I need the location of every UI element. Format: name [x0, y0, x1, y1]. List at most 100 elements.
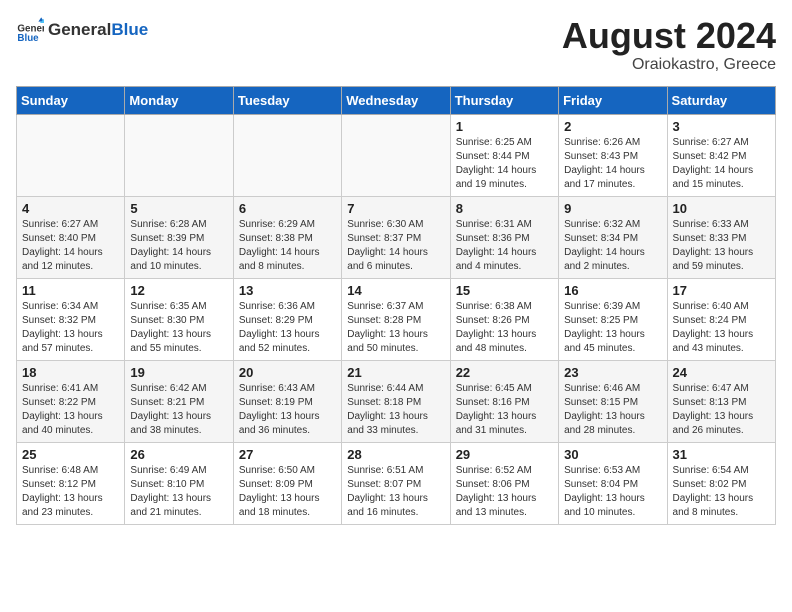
day-number: 5: [130, 201, 227, 216]
calendar-cell: 25 Sunrise: 6:48 AM Sunset: 8:12 PM Dayli…: [17, 442, 125, 524]
day-number: 8: [456, 201, 553, 216]
day-number: 13: [239, 283, 336, 298]
day-number: 21: [347, 365, 444, 380]
weekday-header-sunday: Sunday: [17, 86, 125, 114]
day-number: 25: [22, 447, 119, 462]
calendar-cell: 17Sunrise: 6:40 AM Sunset: 8:24 PM Dayli…: [667, 278, 775, 360]
day-info: Sunrise: 6:35 AM Sunset: 8:30 PM Dayligh…: [130, 300, 227, 356]
calendar-cell: 28Sunrise: 6:51 AM Sunset: 8:07 PM Dayli…: [342, 442, 450, 524]
calendar-cell: 16 Sunrise: 6:39 AM Sunset: 8:25 PM Dayli…: [559, 278, 667, 360]
day-info: Sunrise: 6:52 AM Sunset: 8:06 PM Dayligh…: [456, 464, 553, 520]
calendar-cell: 29 Sunrise: 6:52 AM Sunset: 8:06 PM Dayli…: [450, 442, 558, 524]
day-number: 22: [456, 365, 553, 380]
day-info: Sunrise: 6:46 AM Sunset: 8:15 PM Dayligh…: [564, 382, 661, 438]
day-number: 2: [564, 119, 661, 134]
calendar-week-row: 11 Sunrise: 6:34 AM Sunset: 8:32 PM Dayli…: [17, 278, 776, 360]
calendar-cell: 24 Sunrise: 6:47 AM Sunset: 8:13 PM Dayli…: [667, 360, 775, 442]
svg-text:Blue: Blue: [17, 33, 39, 44]
weekday-header-tuesday: Tuesday: [233, 86, 341, 114]
calendar-cell: 27Sunrise: 6:50 AM Sunset: 8:09 PM Dayli…: [233, 442, 341, 524]
day-number: 23: [564, 365, 661, 380]
day-info: Sunrise: 6:31 AM Sunset: 8:36 PM Dayligh…: [456, 218, 553, 274]
calendar-cell: 6Sunrise: 6:29 AM Sunset: 8:38 PM Daylig…: [233, 196, 341, 278]
day-info: Sunrise: 6:47 AM Sunset: 8:13 PM Dayligh…: [673, 382, 770, 438]
calendar-table: SundayMondayTuesdayWednesdayThursdayFrid…: [16, 86, 776, 525]
day-info: Sunrise: 6:40 AM Sunset: 8:24 PM Dayligh…: [673, 300, 770, 356]
day-number: 16: [564, 283, 661, 298]
day-number: 9: [564, 201, 661, 216]
day-number: 15: [456, 283, 553, 298]
calendar-cell: 2 Sunrise: 6:26 AM Sunset: 8:43 PM Daylig…: [559, 114, 667, 196]
calendar-cell: 3Sunrise: 6:27 AM Sunset: 8:42 PM Daylig…: [667, 114, 775, 196]
day-number: 1: [456, 119, 553, 134]
day-info: Sunrise: 6:34 AM Sunset: 8:32 PM Dayligh…: [22, 300, 119, 356]
day-number: 14: [347, 283, 444, 298]
day-number: 10: [673, 201, 770, 216]
day-info: Sunrise: 6:42 AM Sunset: 8:21 PM Dayligh…: [130, 382, 227, 438]
weekday-header-thursday: Thursday: [450, 86, 558, 114]
day-number: 19: [130, 365, 227, 380]
day-info: Sunrise: 6:33 AM Sunset: 8:33 PM Dayligh…: [673, 218, 770, 274]
day-info: Sunrise: 6:53 AM Sunset: 8:04 PM Dayligh…: [564, 464, 661, 520]
day-number: 12: [130, 283, 227, 298]
logo-blue-text: Blue: [111, 20, 148, 39]
day-number: 24: [673, 365, 770, 380]
calendar-cell: 31 Sunrise: 6:54 AM Sunset: 8:02 PM Dayli…: [667, 442, 775, 524]
page-header: General Blue GeneralBlue August 2024 Ora…: [16, 16, 776, 74]
day-number: 4: [22, 201, 119, 216]
calendar-cell: 12 Sunrise: 6:35 AM Sunset: 8:30 PM Dayli…: [125, 278, 233, 360]
day-info: Sunrise: 6:38 AM Sunset: 8:26 PM Dayligh…: [456, 300, 553, 356]
day-info: Sunrise: 6:54 AM Sunset: 8:02 PM Dayligh…: [673, 464, 770, 520]
calendar-cell: 21 Sunrise: 6:44 AM Sunset: 8:18 PM Dayli…: [342, 360, 450, 442]
calendar-cell: 20Sunrise: 6:43 AM Sunset: 8:19 PM Dayli…: [233, 360, 341, 442]
logo-general-text: General: [48, 20, 111, 39]
calendar-cell: 5 Sunrise: 6:28 AM Sunset: 8:39 PM Daylig…: [125, 196, 233, 278]
day-number: 18: [22, 365, 119, 380]
day-info: Sunrise: 6:49 AM Sunset: 8:10 PM Dayligh…: [130, 464, 227, 520]
calendar-cell: [342, 114, 450, 196]
calendar-week-row: 18 Sunrise: 6:41 AM Sunset: 8:22 PM Dayli…: [17, 360, 776, 442]
weekday-header-wednesday: Wednesday: [342, 86, 450, 114]
day-info: Sunrise: 6:32 AM Sunset: 8:34 PM Dayligh…: [564, 218, 661, 274]
day-info: Sunrise: 6:37 AM Sunset: 8:28 PM Dayligh…: [347, 300, 444, 356]
day-number: 28: [347, 447, 444, 462]
calendar-week-row: 25 Sunrise: 6:48 AM Sunset: 8:12 PM Dayli…: [17, 442, 776, 524]
calendar-cell: 30 Sunrise: 6:53 AM Sunset: 8:04 PM Dayli…: [559, 442, 667, 524]
day-info: Sunrise: 6:27 AM Sunset: 8:40 PM Dayligh…: [22, 218, 119, 274]
day-number: 26: [130, 447, 227, 462]
day-number: 7: [347, 201, 444, 216]
weekday-header-monday: Monday: [125, 86, 233, 114]
day-info: Sunrise: 6:48 AM Sunset: 8:12 PM Dayligh…: [22, 464, 119, 520]
calendar-cell: [125, 114, 233, 196]
weekday-header-saturday: Saturday: [667, 86, 775, 114]
day-number: 30: [564, 447, 661, 462]
calendar-cell: 19 Sunrise: 6:42 AM Sunset: 8:21 PM Dayli…: [125, 360, 233, 442]
calendar-cell: 13Sunrise: 6:36 AM Sunset: 8:29 PM Dayli…: [233, 278, 341, 360]
calendar-cell: 26 Sunrise: 6:49 AM Sunset: 8:10 PM Dayli…: [125, 442, 233, 524]
day-info: Sunrise: 6:27 AM Sunset: 8:42 PM Dayligh…: [673, 136, 770, 192]
day-info: Sunrise: 6:43 AM Sunset: 8:19 PM Dayligh…: [239, 382, 336, 438]
calendar-week-row: 4 Sunrise: 6:27 AM Sunset: 8:40 PM Daylig…: [17, 196, 776, 278]
calendar-cell: 15 Sunrise: 6:38 AM Sunset: 8:26 PM Dayli…: [450, 278, 558, 360]
day-info: Sunrise: 6:28 AM Sunset: 8:39 PM Dayligh…: [130, 218, 227, 274]
calendar-cell: 1 Sunrise: 6:25 AM Sunset: 8:44 PM Daylig…: [450, 114, 558, 196]
calendar-cell: 8 Sunrise: 6:31 AM Sunset: 8:36 PM Daylig…: [450, 196, 558, 278]
logo: General Blue GeneralBlue: [16, 16, 148, 44]
day-number: 29: [456, 447, 553, 462]
day-info: Sunrise: 6:25 AM Sunset: 8:44 PM Dayligh…: [456, 136, 553, 192]
month-year-title: August 2024: [562, 16, 776, 56]
day-info: Sunrise: 6:39 AM Sunset: 8:25 PM Dayligh…: [564, 300, 661, 356]
day-info: Sunrise: 6:41 AM Sunset: 8:22 PM Dayligh…: [22, 382, 119, 438]
weekday-header-friday: Friday: [559, 86, 667, 114]
day-info: Sunrise: 6:44 AM Sunset: 8:18 PM Dayligh…: [347, 382, 444, 438]
calendar-cell: 18 Sunrise: 6:41 AM Sunset: 8:22 PM Dayli…: [17, 360, 125, 442]
day-number: 31: [673, 447, 770, 462]
day-info: Sunrise: 6:26 AM Sunset: 8:43 PM Dayligh…: [564, 136, 661, 192]
calendar-cell: 7Sunrise: 6:30 AM Sunset: 8:37 PM Daylig…: [342, 196, 450, 278]
day-number: 11: [22, 283, 119, 298]
title-block: August 2024 Oraiokastro, Greece: [562, 16, 776, 74]
calendar-cell: 4 Sunrise: 6:27 AM Sunset: 8:40 PM Daylig…: [17, 196, 125, 278]
logo-icon: General Blue: [16, 16, 44, 44]
calendar-cell: [233, 114, 341, 196]
day-number: 6: [239, 201, 336, 216]
